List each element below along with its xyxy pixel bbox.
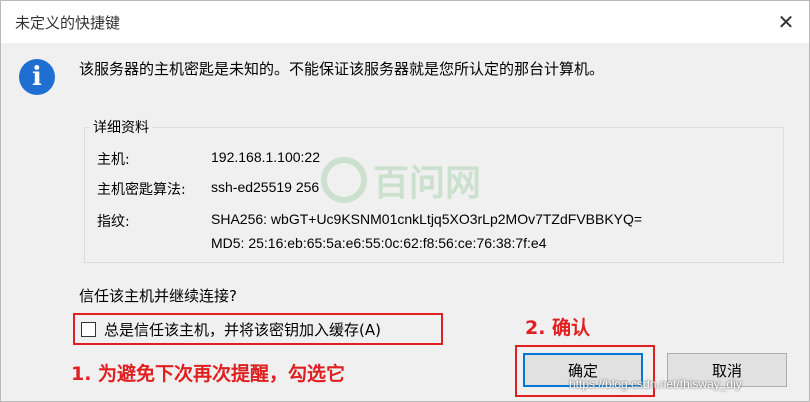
close-button[interactable]: ✕	[763, 1, 809, 43]
url-watermark: https://blog.csdn.net/thisway_diy	[569, 377, 742, 391]
algo-label: 主机密匙算法:	[97, 182, 186, 198]
fingerprint-sha256: SHA256: wbGT+Uc9KSNM01cnkLtjq5XO3rLp2MOv…	[211, 211, 643, 227]
info-icon-glyph: i	[32, 62, 42, 92]
info-icon: i	[19, 59, 55, 95]
host-label: 主机:	[97, 152, 130, 168]
details-legend: 详细资料	[89, 117, 153, 137]
host-key-dialog: 未定义的快捷键 ✕ i 该服务器的主机密匙是未知的。不能保证该服务器就是您所认定…	[0, 0, 810, 402]
always-trust-checkbox[interactable]: 总是信任该主机，并将该密钥加入缓存(A)	[81, 319, 381, 340]
close-icon: ✕	[777, 10, 795, 34]
annotation-step-2: 2. 确认	[525, 317, 591, 339]
host-value: 192.168.1.100:22	[211, 149, 320, 165]
fingerprint-md5: MD5: 25:16:eb:65:5a:e6:55:0c:62:f8:56:ce…	[211, 235, 547, 251]
always-trust-label[interactable]: 总是信任该主机，并将该密钥加入缓存(A)	[104, 319, 381, 340]
fingerprint-label: 指纹:	[97, 214, 130, 230]
algo-value: ssh-ed25519 256	[211, 179, 320, 195]
window-title: 未定义的快捷键	[15, 14, 121, 32]
checkbox-square-icon[interactable]	[81, 322, 96, 337]
trust-question: 信任该主机并继续连接?	[79, 287, 237, 305]
title-bar[interactable]: 未定义的快捷键 ✕	[1, 1, 809, 43]
warning-message: 该服务器的主机密匙是未知的。不能保证该服务器就是您所认定的那台计算机。	[79, 60, 605, 78]
annotation-step-1: 1. 为避免下次再次提醒，勾选它	[71, 363, 346, 385]
